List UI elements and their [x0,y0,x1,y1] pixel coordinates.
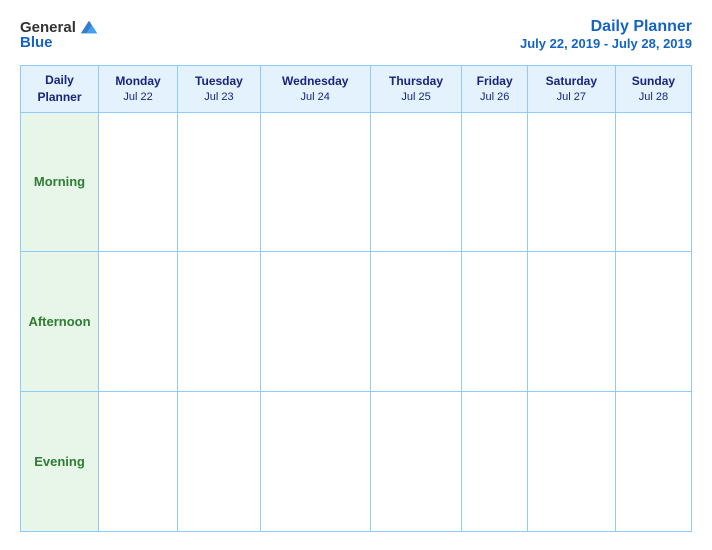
header-sunday: Sunday Jul 28 [615,66,691,113]
logo-general-text: General [20,19,76,36]
cell-afternoon-friday[interactable] [462,252,528,392]
header-wednesday: Wednesday Jul 24 [260,66,370,113]
header-label-col: Daily Planner [21,66,99,113]
header-col-label2: Planner [25,89,94,106]
header-col-label1: Daily [25,72,94,89]
cell-evening-monday[interactable] [99,392,178,532]
header-friday: Friday Jul 26 [462,66,528,113]
cell-evening-wednesday[interactable] [260,392,370,532]
cell-afternoon-saturday[interactable] [527,252,615,392]
cell-evening-saturday[interactable] [527,392,615,532]
cell-evening-thursday[interactable] [370,392,462,532]
row-label-afternoon: Afternoon [21,252,99,392]
cell-afternoon-wednesday[interactable] [260,252,370,392]
logo-area: General Blue [20,18,99,51]
logo-blue-text: Blue [20,34,53,51]
cell-afternoon-sunday[interactable] [615,252,691,392]
page: General Blue Daily Planner July 22, 2019… [0,0,712,550]
cell-morning-friday[interactable] [462,112,528,252]
cell-evening-tuesday[interactable] [178,392,261,532]
cell-morning-sunday[interactable] [615,112,691,252]
table-row-morning: Morning [21,112,692,252]
cell-morning-saturday[interactable] [527,112,615,252]
cell-morning-thursday[interactable] [370,112,462,252]
header: General Blue Daily Planner July 22, 2019… [20,18,692,51]
header-monday: Monday Jul 22 [99,66,178,113]
table-row-afternoon: Afternoon [21,252,692,392]
cell-morning-monday[interactable] [99,112,178,252]
header-saturday: Saturday Jul 27 [527,66,615,113]
cell-morning-wednesday[interactable] [260,112,370,252]
cell-afternoon-tuesday[interactable] [178,252,261,392]
table-row-evening: Evening [21,392,692,532]
page-title: Daily Planner [520,18,692,36]
planner-table: Daily Planner Monday Jul 22 Tuesday Jul … [20,65,692,532]
date-range: July 22, 2019 - July 28, 2019 [520,36,692,51]
title-area: Daily Planner July 22, 2019 - July 28, 2… [520,18,692,51]
row-label-morning: Morning [21,112,99,252]
header-thursday: Thursday Jul 25 [370,66,462,113]
header-tuesday: Tuesday Jul 23 [178,66,261,113]
logo-icon [79,18,99,36]
table-header-row: Daily Planner Monday Jul 22 Tuesday Jul … [21,66,692,113]
cell-afternoon-thursday[interactable] [370,252,462,392]
row-label-evening: Evening [21,392,99,532]
cell-evening-friday[interactable] [462,392,528,532]
cell-afternoon-monday[interactable] [99,252,178,392]
cell-morning-tuesday[interactable] [178,112,261,252]
cell-evening-sunday[interactable] [615,392,691,532]
